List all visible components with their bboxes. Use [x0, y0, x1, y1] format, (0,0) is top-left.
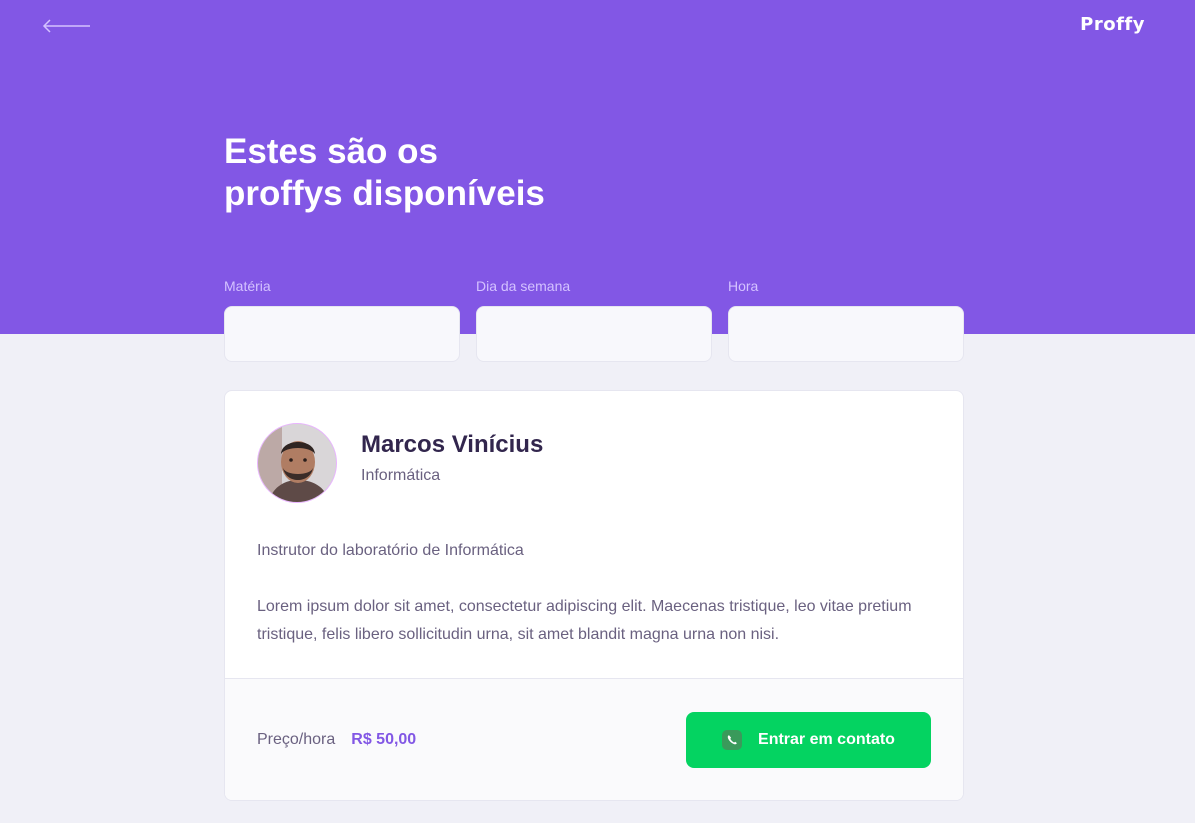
subject-input[interactable]	[224, 306, 460, 362]
bio-description: Lorem ipsum dolor sit amet, consectetur …	[257, 598, 912, 643]
contact-button-label: Entrar em contato	[758, 730, 895, 748]
filter-weekday-label: Dia da semana	[476, 278, 571, 294]
price-value: R$ 50,00	[351, 730, 417, 748]
page-title: Estes são os proffys disponíveis	[224, 131, 724, 215]
teacher-subject: Informática	[361, 467, 441, 484]
weekday-input[interactable]	[476, 306, 712, 362]
page-title-line-2: proffys disponíveis	[224, 174, 545, 213]
teacher-card-footer: Preço/hora R$ 50,00 Entrar em contato	[225, 678, 963, 800]
back-button[interactable]	[40, 14, 98, 38]
filter-subject: Matéria	[224, 278, 460, 362]
proffy-logo: Proffy	[1080, 14, 1145, 35]
teacher-bio: Instrutor do laboratório de Informática …	[257, 537, 937, 649]
search-filters: Matéria Dia da semana Hora	[224, 278, 964, 362]
contact-button[interactable]: Entrar em contato	[686, 711, 931, 768]
filter-time-label: Hora	[728, 278, 759, 294]
avatar	[257, 423, 337, 503]
filter-subject-label: Matéria	[224, 278, 271, 294]
teacher-header: Marcos Vinícius Informática	[257, 423, 543, 503]
whatsapp-icon	[722, 729, 743, 750]
bio-intro: Instrutor do laboratório de Informática	[257, 542, 524, 559]
time-input[interactable]	[728, 306, 964, 362]
price-label: Preço/hora	[257, 730, 336, 748]
teacher-name: Marcos Vinícius	[361, 431, 544, 458]
filter-weekday: Dia da semana	[476, 278, 712, 362]
price: Preço/hora R$ 50,00	[257, 731, 416, 749]
arrow-left-icon	[42, 19, 90, 33]
teacher-info: Marcos Vinícius Informática	[361, 431, 543, 485]
filter-time: Hora	[728, 278, 964, 362]
page-title-line-1: Estes são os	[224, 132, 438, 171]
teacher-card: Marcos Vinícius Informática Instrutor do…	[224, 390, 964, 801]
